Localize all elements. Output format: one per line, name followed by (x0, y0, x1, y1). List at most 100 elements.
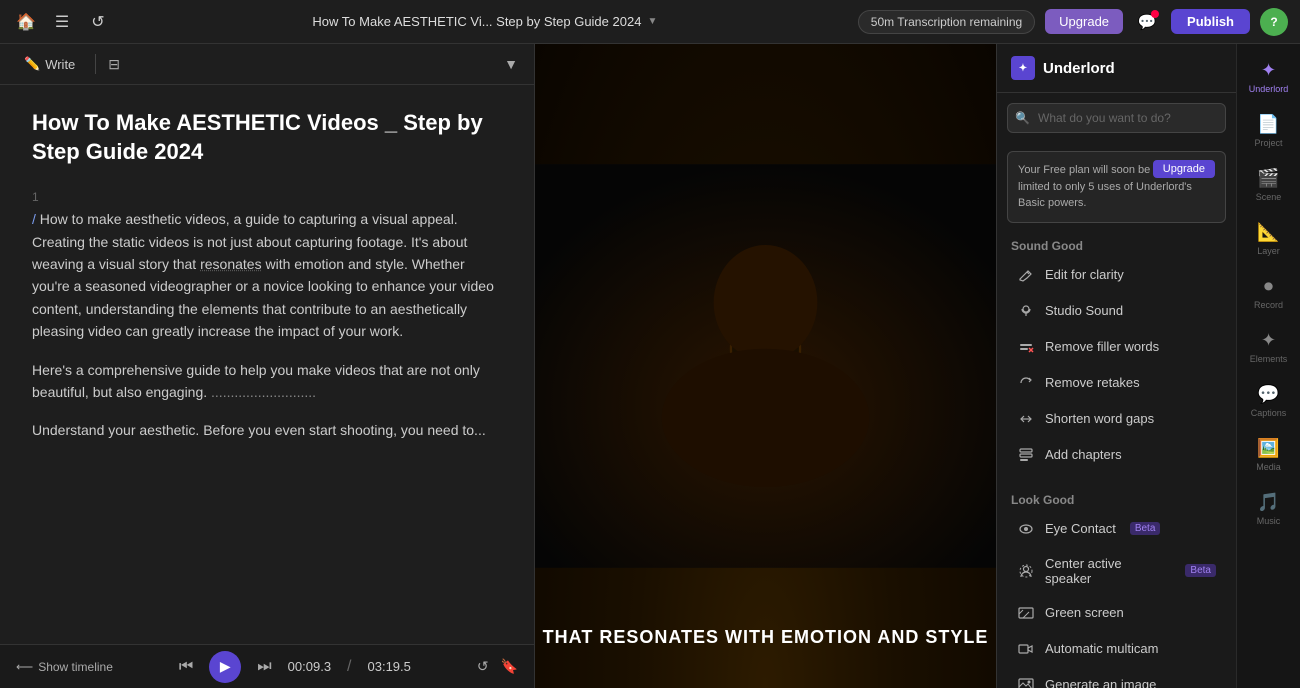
time-badge: 50m Transcription remaining (858, 10, 1035, 34)
play-button[interactable]: ▶ (209, 651, 241, 683)
transcript-content: How To Make AESTHETIC Videos _ Step by S… (0, 85, 534, 644)
far-right-panel: ✦ Underlord 📄 Project 🎬 Scene 📐 Layer ⏺ … (1236, 44, 1300, 688)
layout-icon-2[interactable]: ▼ (504, 56, 518, 72)
video-visual (535, 44, 996, 688)
write-button[interactable]: ✏️ Write (16, 52, 83, 76)
far-right-captions[interactable]: 💬 Captions (1237, 376, 1300, 426)
tool-add-chapters[interactable]: Add chapters (1003, 437, 1230, 473)
media-nav-icon: 🖼️ (1257, 438, 1279, 459)
tool-auto-multicam[interactable]: Automatic multicam (1003, 631, 1230, 667)
underlord-sidebar: ✦ Underlord 🔍 Upgrade Your Free plan wil… (996, 44, 1236, 688)
video-panel: THAT RESONATES WITH EMOTION AND STYLE (535, 44, 996, 688)
tool-remove-filler[interactable]: Remove filler words (1003, 329, 1230, 365)
far-right-elements[interactable]: ✦ Elements (1237, 322, 1300, 372)
generate-image-icon (1017, 676, 1035, 688)
page-title: How To Make AESTHETIC Videos _ Step by S… (32, 109, 502, 166)
layer-nav-label: Layer (1257, 246, 1280, 256)
undo-icon[interactable]: ↺ (84, 8, 112, 36)
elements-nav-icon: ✦ (1261, 330, 1276, 351)
add-chapters-label: Add chapters (1045, 447, 1122, 462)
media-nav-label: Media (1256, 462, 1281, 472)
tool-eye-contact[interactable]: Eye Contact Beta (1003, 511, 1230, 547)
toolbar-separator (95, 54, 96, 74)
underlord-title: Underlord (1043, 60, 1115, 77)
captions-nav-label: Captions (1251, 408, 1287, 418)
segment-text-3[interactable]: Understand your aesthetic. Before you ev… (32, 419, 502, 441)
tool-remove-retakes[interactable]: Remove retakes (1003, 365, 1230, 401)
replay-button[interactable]: ↺ (477, 658, 489, 675)
far-right-layer[interactable]: 📐 Layer (1237, 214, 1300, 264)
home-icon[interactable]: 🏠 (12, 8, 40, 36)
current-time: 00:09.3 (288, 659, 331, 674)
music-nav-icon: 🎵 (1257, 492, 1279, 513)
underlord-search-input[interactable] (1007, 103, 1226, 133)
tool-studio-sound[interactable]: Studio Sound (1003, 293, 1230, 329)
segment-3: Understand your aesthetic. Before you ev… (32, 419, 502, 441)
add-chapters-icon (1017, 446, 1035, 464)
menu-icon[interactable]: ☰ (48, 8, 76, 36)
tool-edit-for-clarity[interactable]: Edit for clarity (1003, 257, 1230, 293)
upgrade-notice: Upgrade Your Free plan will soon be limi… (1007, 151, 1226, 223)
title-dropdown-icon[interactable]: ▼ (647, 16, 657, 27)
far-right-music[interactable]: 🎵 Music (1237, 484, 1300, 534)
underlord-logo: ✦ (1011, 56, 1035, 80)
underlord-search-box: 🔍 (1007, 103, 1226, 133)
segment-text[interactable]: / How to make aesthetic videos, a guide … (32, 208, 502, 342)
scene-nav-icon: 🎬 (1257, 168, 1279, 189)
skip-forward-button[interactable]: ⏭ (257, 658, 271, 676)
tool-center-speaker[interactable]: Center active speaker Beta (1003, 547, 1230, 595)
write-icon: ✏️ (24, 56, 40, 72)
tool-generate-image[interactable]: Generate an image (1003, 667, 1230, 688)
comments-icon[interactable]: 💬 (1133, 8, 1161, 36)
layer-nav-icon: 📐 (1257, 222, 1279, 243)
avatar: ? (1260, 8, 1288, 36)
bookmark-button[interactable]: 🔖 (501, 658, 518, 675)
topbar-center: How To Make AESTHETIC Vi... Step by Step… (124, 14, 846, 29)
auto-multicam-icon (1017, 640, 1035, 658)
remove-retakes-icon (1017, 374, 1035, 392)
publish-button[interactable]: Publish (1171, 9, 1250, 34)
underlord-nav-icon: ✦ (1261, 60, 1276, 81)
search-icon: 🔍 (1015, 111, 1030, 125)
upgrade-notice-button[interactable]: Upgrade (1153, 160, 1215, 178)
segment-number: 1 (32, 190, 502, 204)
eye-contact-label: Eye Contact (1045, 521, 1116, 536)
topbar: 🏠 ☰ ↺ How To Make AESTHETIC Vi... Step b… (0, 0, 1300, 44)
left-toolbar: ✏️ Write ⊟ ▼ (0, 44, 534, 85)
generate-image-label: Generate an image (1045, 677, 1156, 688)
far-right-underlord[interactable]: ✦ Underlord (1237, 52, 1300, 102)
show-timeline-button[interactable]: ⟵ Show timeline (16, 660, 113, 674)
scene-nav-label: Scene (1256, 192, 1282, 202)
far-right-media[interactable]: 🖼️ Media (1237, 430, 1300, 480)
left-panel: ✏️ Write ⊟ ▼ How To Make AESTHETIC Video… (0, 44, 535, 688)
upgrade-button[interactable]: Upgrade (1045, 9, 1123, 34)
shorten-gaps-icon (1017, 410, 1035, 428)
segment-text-2[interactable]: Here's a comprehensive guide to help you… (32, 359, 502, 404)
edit-clarity-label: Edit for clarity (1045, 267, 1124, 282)
edit-clarity-icon (1017, 266, 1035, 284)
studio-sound-icon (1017, 302, 1035, 320)
music-nav-label: Music (1257, 516, 1281, 526)
time-separator: / (347, 658, 351, 676)
tool-shorten-word-gaps[interactable]: Shorten word gaps (1003, 401, 1230, 437)
segment-1: 1 / How to make aesthetic videos, a guid… (32, 190, 502, 342)
dots: ........................... (211, 384, 316, 400)
far-right-project[interactable]: 📄 Project (1237, 106, 1300, 156)
shorten-gaps-label: Shorten word gaps (1045, 411, 1154, 426)
seg-icon: / (32, 211, 40, 227)
studio-sound-label: Studio Sound (1045, 303, 1123, 318)
remove-retakes-label: Remove retakes (1045, 375, 1140, 390)
title-bar: How To Make AESTHETIC Vi... Step by Step… (312, 14, 657, 29)
tool-green-screen[interactable]: Green screen (1003, 595, 1230, 631)
far-right-record[interactable]: ⏺ Record (1237, 268, 1300, 318)
segment-2: Here's a comprehensive guide to help you… (32, 359, 502, 404)
skip-back-button[interactable]: ⏮ (179, 658, 193, 676)
video-frame: THAT RESONATES WITH EMOTION AND STYLE (535, 44, 996, 688)
topbar-right: 50m Transcription remaining Upgrade 💬 Pu… (858, 8, 1288, 36)
main-area: ✏️ Write ⊟ ▼ How To Make AESTHETIC Video… (0, 44, 1300, 688)
green-screen-label: Green screen (1045, 605, 1124, 620)
far-right-scene[interactable]: 🎬 Scene (1237, 160, 1300, 210)
layout-icon[interactable]: ⊟ (108, 56, 120, 73)
playbar: ⟵ Show timeline ⏮ ▶ ⏭ 00:09.3 / 03:19.5 … (0, 644, 534, 688)
video-placeholder: THAT RESONATES WITH EMOTION AND STYLE (535, 44, 996, 688)
